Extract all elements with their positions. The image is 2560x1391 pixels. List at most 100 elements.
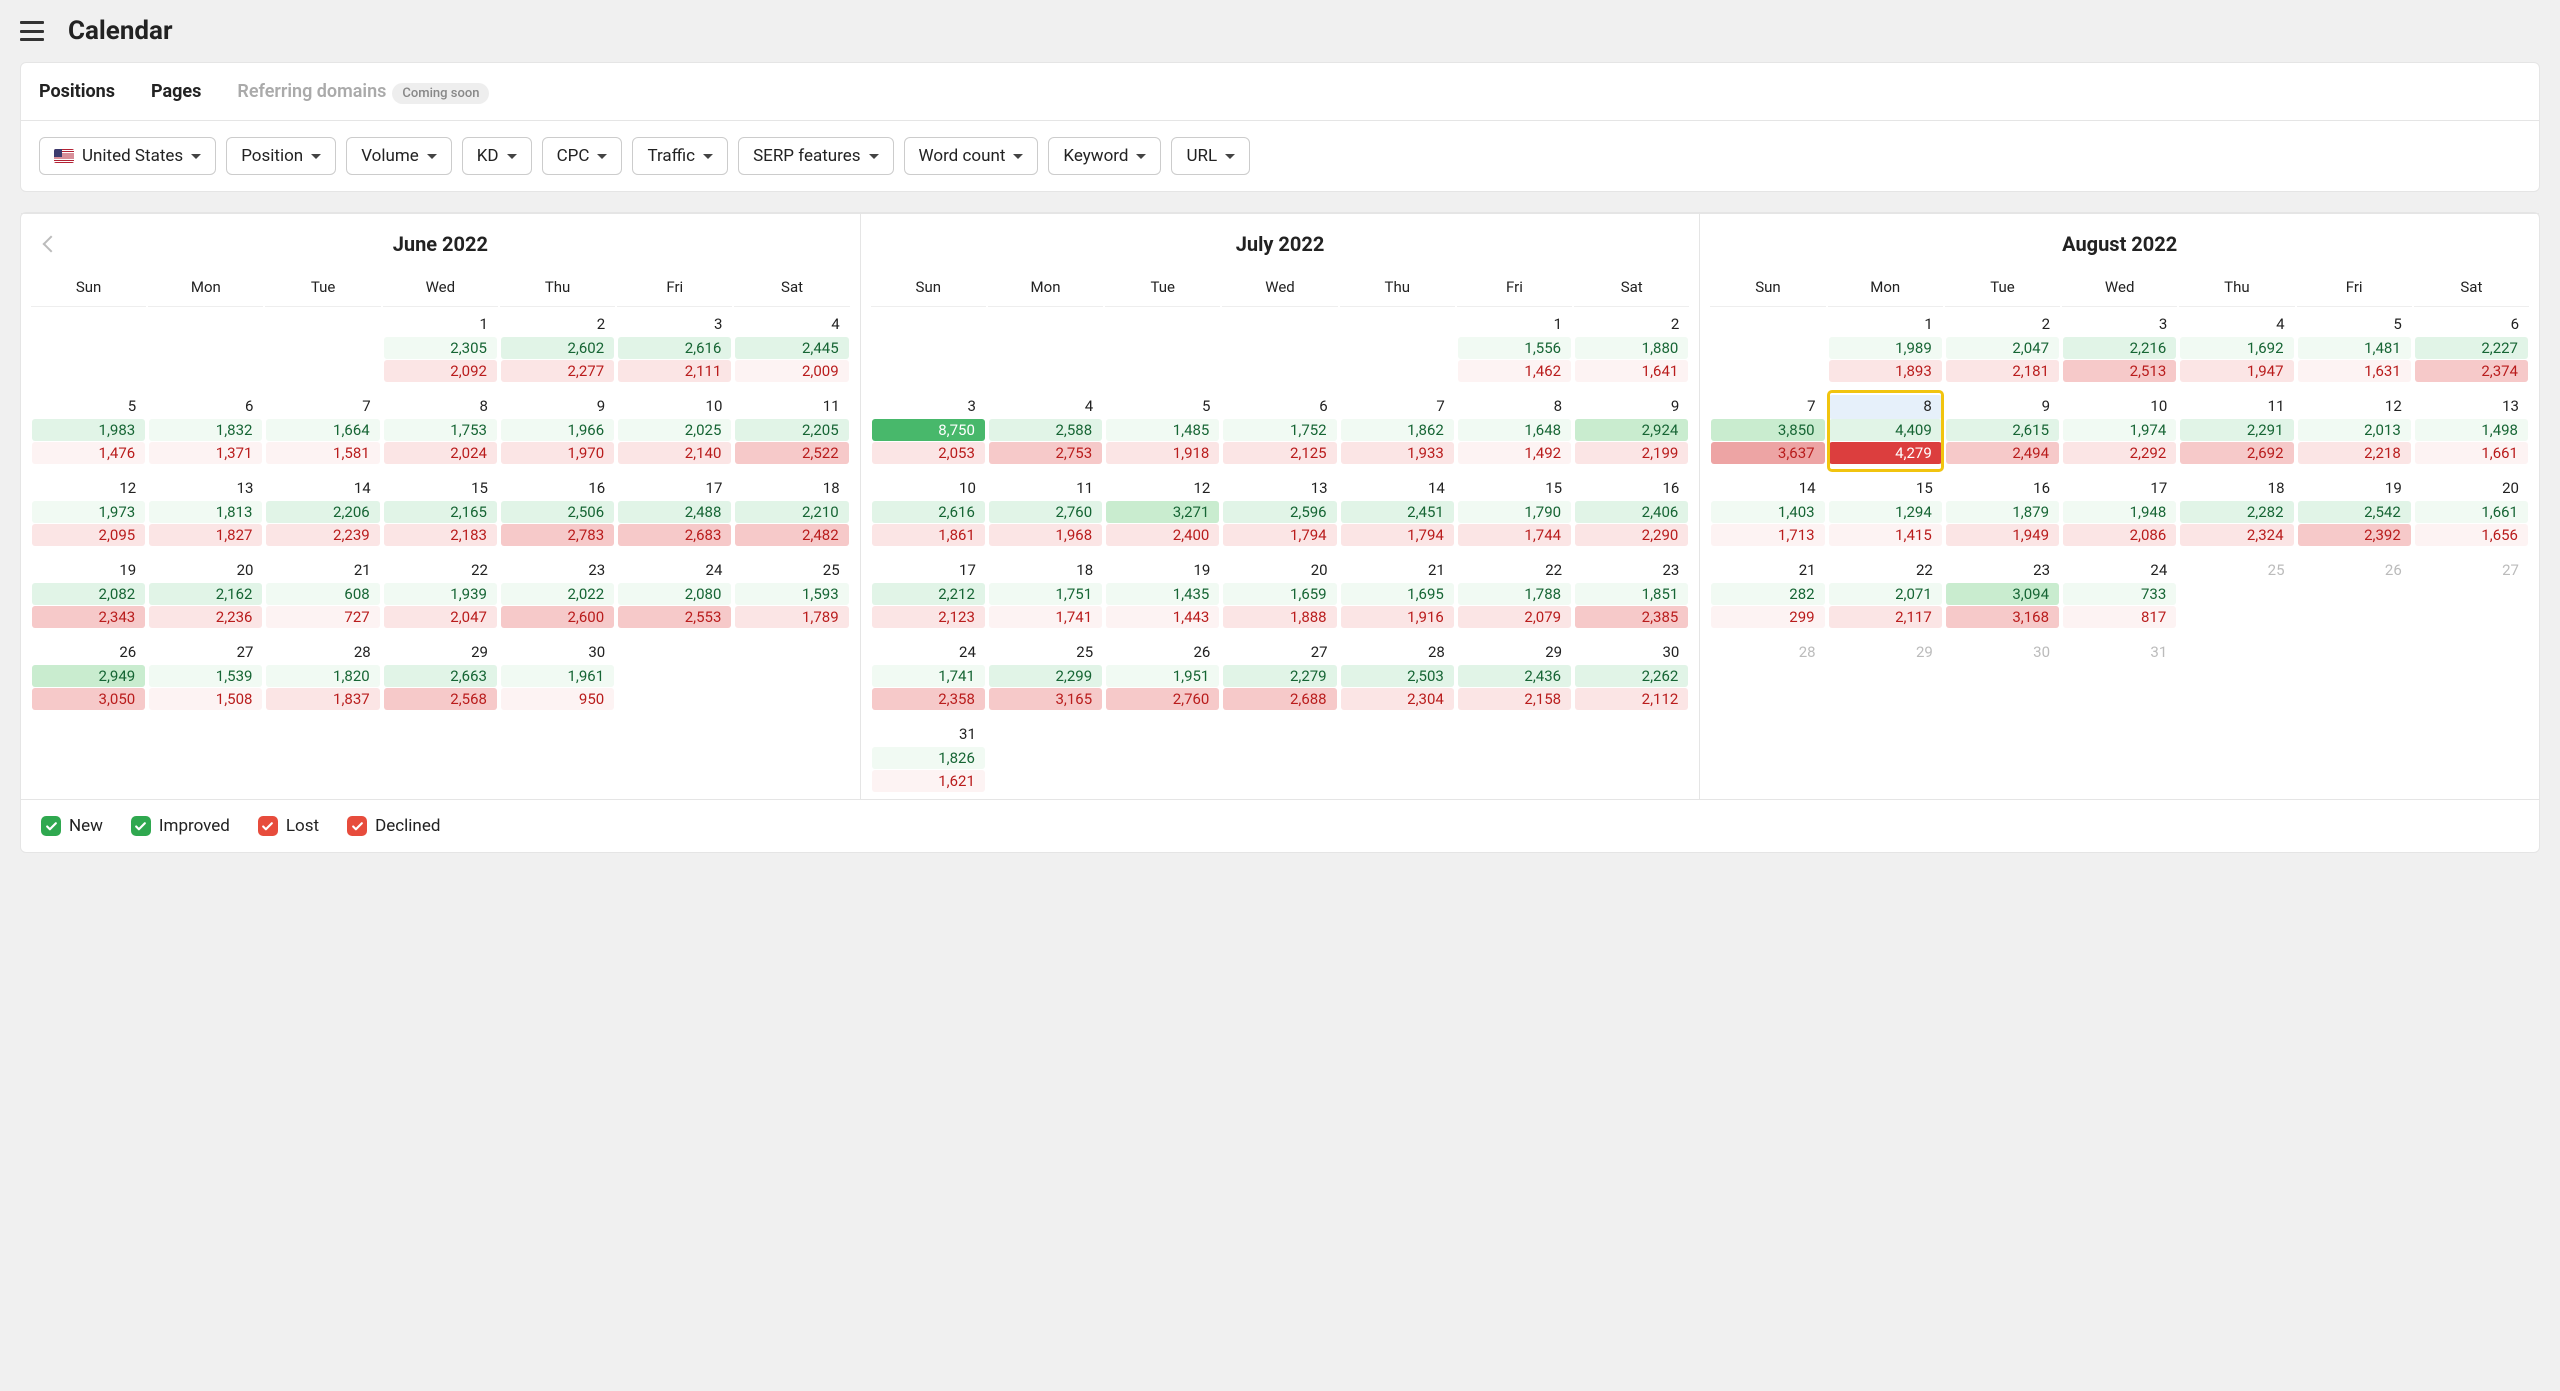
calendar-day[interactable]: 132,5961,794 — [1222, 473, 1337, 553]
calendar-day[interactable]: 311,8261,621 — [871, 719, 986, 799]
calendar-day[interactable]: 81,7532,024 — [383, 391, 498, 471]
calendar-day[interactable]: 91,9661,970 — [500, 391, 615, 471]
calendar-day[interactable]: 22,6022,277 — [500, 309, 615, 389]
calendar-day[interactable]: 141,4031,713 — [1710, 473, 1825, 553]
calendar-day[interactable]: 262,9493,050 — [31, 637, 146, 717]
calendar-day[interactable]: 61,7522,125 — [1222, 391, 1337, 471]
calendar-day[interactable]: 142,2062,239 — [265, 473, 380, 553]
calendar-day[interactable]: 162,4062,290 — [1574, 473, 1689, 553]
calendar-day[interactable]: 271,5391,508 — [148, 637, 263, 717]
calendar-day[interactable]: 61,8321,371 — [148, 391, 263, 471]
calendar-day[interactable]: 242,0802,553 — [617, 555, 732, 635]
calendar-day[interactable]: 252,2993,165 — [988, 637, 1103, 717]
calendar-day[interactable]: 73,8503,637 — [1710, 391, 1825, 471]
calendar-day[interactable]: 192,5422,392 — [2297, 473, 2412, 553]
calendar-day[interactable]: 112,7601,968 — [988, 473, 1103, 553]
tab-pages[interactable]: Pages — [151, 63, 201, 120]
filter-serp-features[interactable]: SERP features — [738, 137, 893, 175]
calendar-day[interactable]: 51,9831,476 — [31, 391, 146, 471]
calendar-day[interactable]: 112,2912,692 — [2179, 391, 2294, 471]
calendar-day[interactable]: 25 — [2179, 555, 2294, 635]
calendar-day[interactable]: 84,4094,279 — [1828, 391, 1943, 471]
calendar-day[interactable]: 12,3052,092 — [383, 309, 498, 389]
calendar-day[interactable]: 28 — [1710, 637, 1825, 717]
calendar-day[interactable]: 29 — [1828, 637, 1943, 717]
filter-url[interactable]: URL — [1171, 137, 1250, 175]
calendar-day[interactable]: 191,4351,443 — [1105, 555, 1220, 635]
calendar-day[interactable]: 92,6152,494 — [1945, 391, 2060, 471]
calendar-day[interactable]: 102,0252,140 — [617, 391, 732, 471]
filter-keyword[interactable]: Keyword — [1048, 137, 1161, 175]
calendar-day[interactable]: 171,9482,086 — [2062, 473, 2177, 553]
calendar-day[interactable]: 181,7511,741 — [988, 555, 1103, 635]
calendar-day[interactable]: 42,5882,753 — [988, 391, 1103, 471]
filter-traffic[interactable]: Traffic — [632, 137, 728, 175]
calendar-day[interactable]: 21282299 — [1710, 555, 1825, 635]
calendar-day[interactable]: 11,9891,893 — [1828, 309, 1943, 389]
hamburger-icon[interactable] — [20, 21, 44, 41]
calendar-day[interactable]: 21,8801,641 — [1574, 309, 1689, 389]
calendar-day[interactable]: 112,2052,522 — [734, 391, 849, 471]
calendar-day[interactable]: 21608727 — [265, 555, 380, 635]
calendar-day[interactable]: 131,8131,827 — [148, 473, 263, 553]
calendar-day[interactable]: 301,961950 — [500, 637, 615, 717]
calendar-day[interactable]: 151,2941,415 — [1828, 473, 1943, 553]
calendar-day[interactable]: 122,0132,218 — [2297, 391, 2412, 471]
calendar-day[interactable]: 81,6481,492 — [1457, 391, 1572, 471]
legend-declined[interactable]: Declined — [347, 816, 440, 836]
calendar-day[interactable]: 31 — [2062, 637, 2177, 717]
calendar-day[interactable]: 302,2622,112 — [1574, 637, 1689, 717]
calendar-day[interactable]: 282,5032,304 — [1340, 637, 1455, 717]
tab-positions[interactable]: Positions — [39, 63, 115, 120]
calendar-day[interactable]: 38,7502,053 — [871, 391, 986, 471]
calendar-day[interactable]: 272,2792,688 — [1222, 637, 1337, 717]
legend-new[interactable]: New — [41, 816, 103, 836]
calendar-day[interactable]: 131,4981,661 — [2414, 391, 2529, 471]
calendar-day[interactable]: 32,6162,111 — [617, 309, 732, 389]
calendar-day[interactable]: 152,1652,183 — [383, 473, 498, 553]
calendar-day[interactable]: 121,9732,095 — [31, 473, 146, 553]
calendar-day[interactable]: 22,0472,181 — [1945, 309, 2060, 389]
calendar-day[interactable]: 231,8512,385 — [1574, 555, 1689, 635]
calendar-day[interactable]: 51,4811,631 — [2297, 309, 2412, 389]
calendar-day[interactable]: 41,6921,947 — [2179, 309, 2294, 389]
filter-cpc[interactable]: CPC — [542, 137, 623, 175]
calendar-day[interactable]: 172,2122,123 — [871, 555, 986, 635]
calendar-day[interactable]: 202,1622,236 — [148, 555, 263, 635]
calendar-day[interactable]: 222,0712,117 — [1828, 555, 1943, 635]
legend-lost[interactable]: Lost — [258, 816, 319, 836]
calendar-day[interactable]: 62,2272,374 — [2414, 309, 2529, 389]
calendar-day[interactable]: 32,2162,513 — [2062, 309, 2177, 389]
calendar-day[interactable]: 201,6611,656 — [2414, 473, 2529, 553]
calendar-day[interactable]: 11,5561,462 — [1457, 309, 1572, 389]
filter-position[interactable]: Position — [226, 137, 336, 175]
calendar-day[interactable]: 182,2102,482 — [734, 473, 849, 553]
legend-improved[interactable]: Improved — [131, 816, 230, 836]
calendar-day[interactable]: 182,2822,324 — [2179, 473, 2294, 553]
calendar-day[interactable]: 292,4362,158 — [1457, 637, 1572, 717]
calendar-day[interactable]: 142,4511,794 — [1340, 473, 1455, 553]
calendar-day[interactable]: 71,6641,581 — [265, 391, 380, 471]
calendar-day[interactable]: 221,9392,047 — [383, 555, 498, 635]
calendar-day[interactable]: 26 — [2297, 555, 2412, 635]
calendar-day[interactable]: 102,6161,861 — [871, 473, 986, 553]
filter-united-states[interactable]: United States — [39, 137, 216, 175]
calendar-day[interactable]: 211,6951,916 — [1340, 555, 1455, 635]
calendar-day[interactable]: 24733817 — [2062, 555, 2177, 635]
tab-referring-domains[interactable]: Referring domainsComing soon — [237, 63, 489, 120]
calendar-day[interactable]: 292,6632,568 — [383, 637, 498, 717]
calendar-day[interactable]: 162,5062,783 — [500, 473, 615, 553]
calendar-day[interactable]: 42,4452,009 — [734, 309, 849, 389]
calendar-day[interactable]: 151,7901,744 — [1457, 473, 1572, 553]
calendar-day[interactable]: 241,7412,358 — [871, 637, 986, 717]
calendar-day[interactable]: 221,7882,079 — [1457, 555, 1572, 635]
calendar-day[interactable]: 27 — [2414, 555, 2529, 635]
calendar-day[interactable]: 232,0222,600 — [500, 555, 615, 635]
calendar-day[interactable]: 30 — [1945, 637, 2060, 717]
calendar-day[interactable]: 281,8201,837 — [265, 637, 380, 717]
calendar-day[interactable]: 251,5931,789 — [734, 555, 849, 635]
filter-kd[interactable]: KD — [462, 137, 532, 175]
calendar-day[interactable]: 201,6591,888 — [1222, 555, 1337, 635]
calendar-day[interactable]: 101,9742,292 — [2062, 391, 2177, 471]
filter-word-count[interactable]: Word count — [904, 137, 1039, 175]
